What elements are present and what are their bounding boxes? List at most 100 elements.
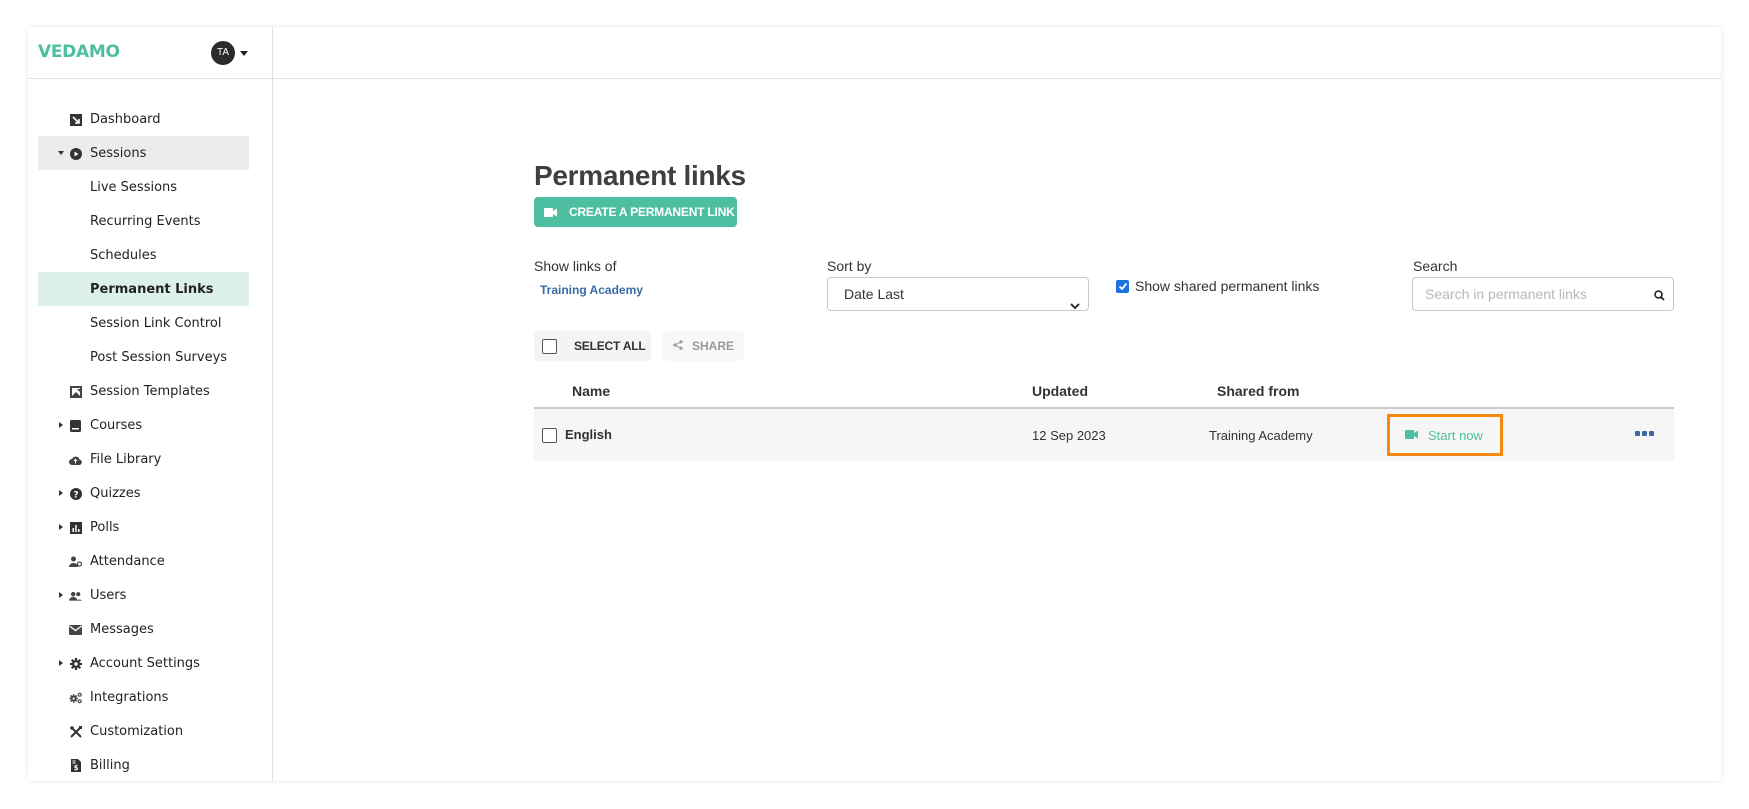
sidebar-item-label: Courses [90, 417, 143, 433]
search-input[interactable] [1425, 286, 1645, 302]
video-camera-icon [1405, 426, 1418, 444]
caret-right-icon[interactable] [59, 422, 63, 428]
gear-icon [69, 657, 82, 670]
template-icon [69, 385, 82, 398]
sort-by-value: Date Last [844, 286, 904, 302]
link-name[interactable]: English [565, 427, 612, 442]
sidebar-item-customization[interactable]: Customization [38, 714, 249, 748]
attendance-icon [69, 555, 82, 568]
sidebar-item-label: Quizzes [90, 485, 141, 501]
sidebar-item-label: Session Templates [90, 383, 210, 399]
sidebar-item-messages[interactable]: Messages [38, 612, 249, 646]
sidebar-item-schedules[interactable]: Schedules [38, 238, 249, 272]
select-all-label: SELECT ALL [574, 339, 646, 353]
caret-right-icon[interactable] [59, 524, 63, 530]
sidebar-item-file-library[interactable]: File Library [38, 442, 249, 476]
app-frame: VEDAMO TA Dashboard Sessions Live Sessions… [28, 27, 1721, 781]
sidebar-item-label: Live Sessions [90, 179, 178, 195]
sidebar-item-quizzes[interactable]: ? Quizzes [38, 476, 249, 510]
sidebar-item-recurring-events[interactable]: Recurring Events [38, 204, 249, 238]
link-shared-from: Training Academy [1209, 428, 1313, 443]
create-permanent-link-button[interactable]: CREATE A PERMANENT LINK [534, 197, 737, 227]
start-now-button[interactable]: Start now [1387, 414, 1503, 456]
caret-right-icon[interactable] [59, 490, 63, 496]
dashboard-icon [69, 113, 82, 126]
chevron-down-icon [1070, 289, 1080, 321]
show-links-account-link[interactable]: Training Academy [540, 283, 643, 297]
sidebar-item-session-link-control[interactable]: Session Link Control [38, 306, 249, 340]
checkbox-checked-icon[interactable] [1116, 279, 1129, 293]
sidebar-item-label: Dashboard [90, 111, 161, 127]
search-label: Search [1413, 258, 1458, 274]
caret-right-icon[interactable] [59, 592, 63, 598]
sidebar-item-label: File Library [90, 451, 162, 467]
sidebar-item-session-templates[interactable]: Session Templates [38, 374, 249, 408]
sidebar-item-attendance[interactable]: Attendance [38, 544, 249, 578]
share-icon [673, 337, 683, 355]
sidebar-item-post-session-surveys[interactable]: Post Session Surveys [38, 340, 249, 374]
link-updated-date: 12 Sep 2023 [1032, 428, 1106, 443]
sidebar-item-label: Users [90, 587, 127, 603]
select-all-checkbox[interactable] [542, 338, 557, 354]
sidebar-item-courses[interactable]: Courses [38, 408, 249, 442]
svg-text:$: $ [73, 764, 78, 772]
show-links-label: Show links of [534, 258, 617, 274]
play-circle-icon [69, 147, 82, 160]
users-icon [69, 589, 82, 602]
sidebar-item-label: Messages [90, 621, 154, 637]
gears-icon [69, 691, 82, 704]
share-button[interactable]: SHARE [662, 331, 744, 361]
sidebar-nav: Dashboard Sessions Live Sessions Recurring … [28, 102, 273, 782]
sidebar-item-label: Integrations [90, 689, 169, 705]
main-content: Permanent links CREATE A PERMANENT LINK … [274, 80, 1721, 781]
sidebar-item-label: Session Link Control [90, 315, 222, 331]
select-all-button[interactable]: SELECT ALL [534, 331, 651, 361]
cloud-upload-icon [69, 453, 82, 466]
sidebar-item-dashboard[interactable]: Dashboard [38, 102, 249, 136]
video-camera-icon [544, 207, 557, 217]
sidebar-item-permanent-links[interactable]: Permanent Links [38, 272, 249, 306]
sidebar-item-label: Account Settings [90, 655, 200, 671]
sidebar-item-label: Post Session Surveys [90, 349, 228, 365]
sidebar: VEDAMO TA Dashboard Sessions Live Sessions… [28, 27, 273, 781]
table-header: Name Updated Shared from [534, 373, 1674, 409]
caret-down-icon[interactable] [58, 151, 64, 155]
sidebar-item-live-sessions[interactable]: Live Sessions [38, 170, 249, 204]
envelope-icon [69, 623, 82, 636]
show-shared-links-checkbox[interactable]: Show shared permanent links [1116, 278, 1319, 294]
column-header-shared-from[interactable]: Shared from [1217, 383, 1299, 399]
sidebar-item-account-settings[interactable]: Account Settings [38, 646, 249, 680]
show-shared-links-label: Show shared permanent links [1135, 278, 1320, 294]
permanent-links-table: Name Updated Shared from English 12 Sep … [534, 373, 1674, 461]
column-header-name[interactable]: Name [572, 383, 610, 399]
svg-text:?: ? [73, 490, 78, 500]
sidebar-item-sessions[interactable]: Sessions [38, 136, 249, 170]
page-title: Permanent links [534, 160, 746, 191]
sort-by-label: Sort by [827, 258, 872, 274]
sidebar-item-label: Polls [90, 519, 120, 535]
search-icon[interactable] [1654, 288, 1665, 306]
sidebar-item-label: Customization [90, 723, 184, 739]
start-now-label: Start now [1428, 427, 1483, 443]
sidebar-item-integrations[interactable]: Integrations [38, 680, 249, 714]
sort-by-select[interactable]: Date Last [827, 277, 1089, 311]
caret-right-icon[interactable] [59, 660, 63, 666]
row-checkbox[interactable] [542, 428, 557, 443]
sidebar-item-label: Sessions [90, 145, 147, 161]
table-row: English 12 Sep 2023 Training Academy Sta… [534, 409, 1674, 461]
sidebar-item-polls[interactable]: Polls [38, 510, 249, 544]
share-label: SHARE [692, 339, 735, 353]
search-field[interactable] [1412, 277, 1674, 311]
sidebar-item-billing[interactable]: $ Billing [38, 748, 249, 782]
invoice-icon: $ [69, 759, 82, 772]
poll-chart-icon [69, 521, 82, 534]
book-icon [69, 419, 82, 432]
sidebar-item-label: Attendance [90, 553, 165, 569]
sidebar-item-label: Recurring Events [90, 213, 201, 229]
question-circle-icon: ? [69, 487, 82, 500]
more-options-icon[interactable] [1635, 431, 1654, 436]
sidebar-item-users[interactable]: Users [38, 578, 249, 612]
sidebar-item-label: Permanent Links [90, 281, 214, 297]
column-header-updated[interactable]: Updated [1032, 383, 1088, 399]
tools-icon [69, 725, 82, 738]
